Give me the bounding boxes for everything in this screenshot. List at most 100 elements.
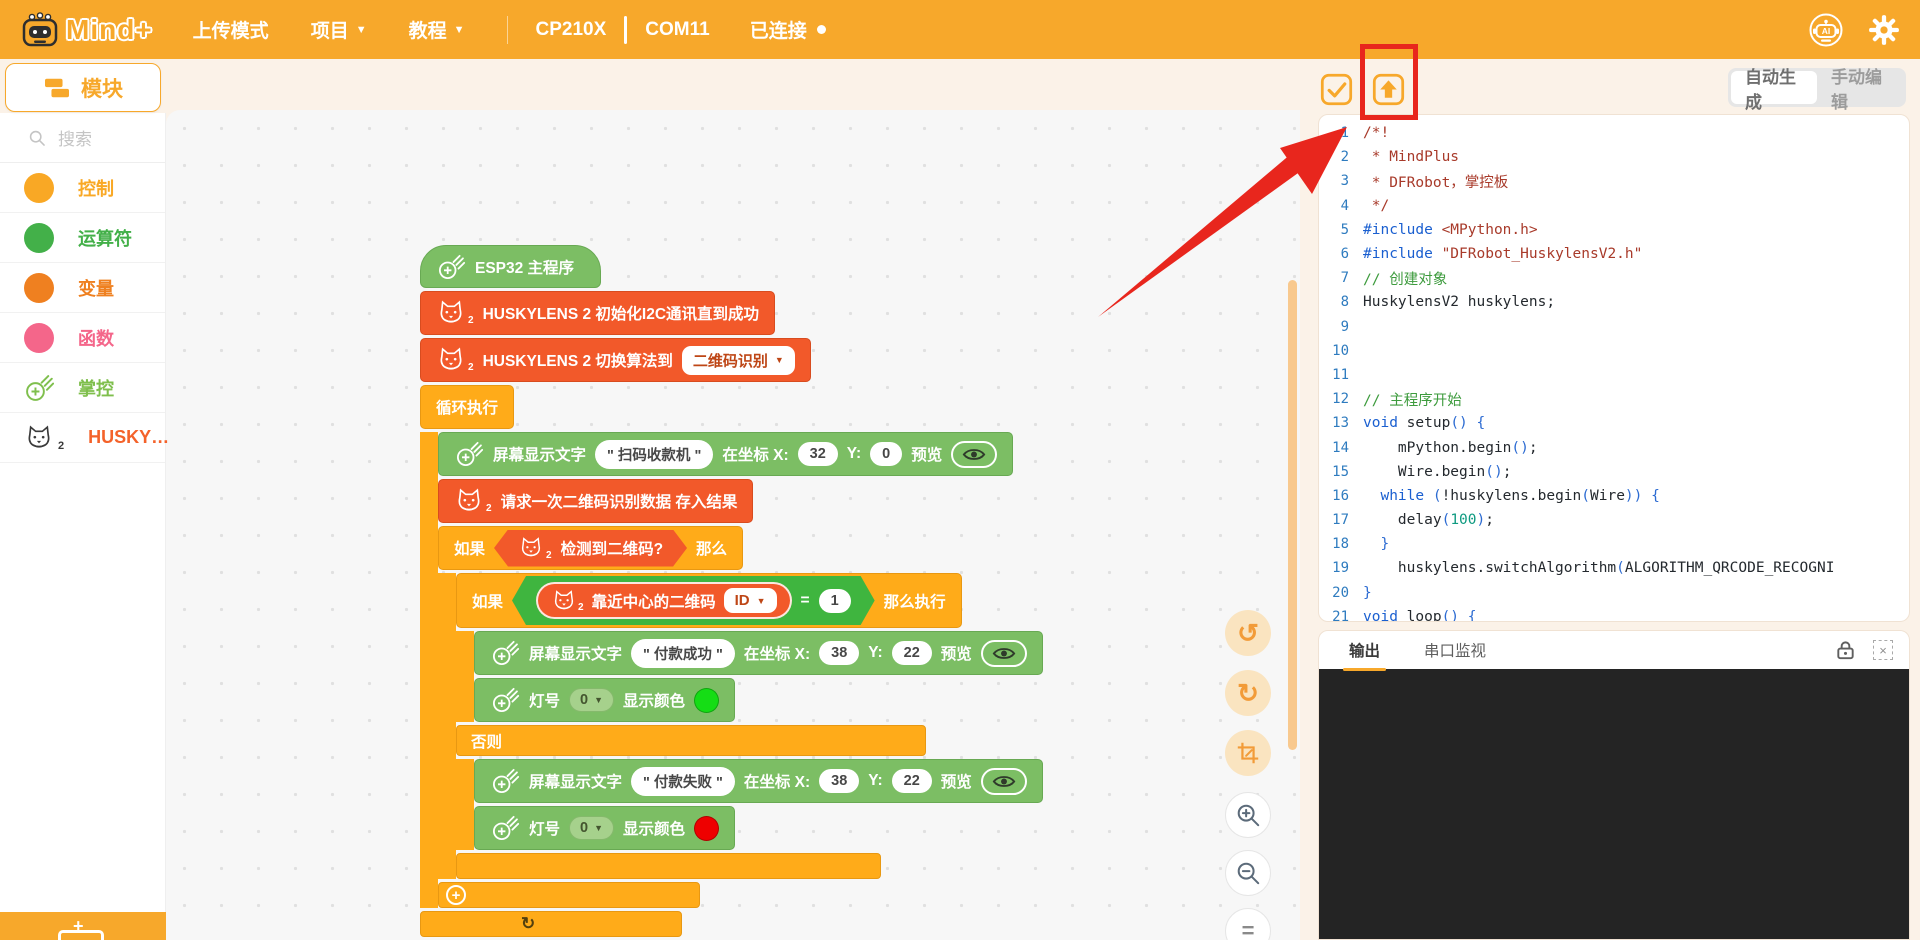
equals-operator[interactable]: 2 靠近中心的二维码 ID▼ = 1 (512, 576, 875, 625)
code-line: 17 delay(100); (1319, 508, 1909, 532)
output-panel: 输出 串口监视 × (1318, 630, 1910, 940)
then-body: 屏幕显示文字 " 付款成功 " 在坐标 X: 38 Y: 22 预览 (456, 631, 1043, 722)
y-input[interactable]: 22 (892, 641, 932, 665)
add-branch-button[interactable]: + (446, 885, 466, 905)
block-led-red[interactable]: 灯号 0▼ 显示颜色 (474, 806, 735, 850)
device-chip-label[interactable]: CP210X (536, 19, 607, 41)
ai-assistant-icon[interactable]: AI (1808, 12, 1844, 48)
block-led-green[interactable]: 灯号 0▼ 显示颜色 (474, 678, 735, 722)
loop-footer: ↻ (420, 911, 682, 937)
tab-output[interactable]: 输出 (1349, 639, 1380, 661)
menu-tutorial[interactable]: 教程▼ (409, 16, 465, 43)
if-id-header[interactable]: 如果 2 靠近中心的二维码 ID▼ = (456, 573, 962, 628)
sidebar-item-operators[interactable]: 运算符 (0, 213, 165, 263)
board-comet-icon (454, 440, 484, 468)
tab-modules[interactable]: 模块 (5, 63, 161, 112)
manual-edit-tab[interactable]: 手动编辑 (1817, 71, 1903, 104)
redo-icon: ↻ (1237, 680, 1259, 706)
zoom-in-button[interactable] (1225, 792, 1271, 838)
preview-eye-toggle[interactable] (951, 441, 997, 468)
settings-gear-icon[interactable] (1868, 14, 1900, 46)
block-display-text-success[interactable]: 屏幕显示文字 " 付款成功 " 在坐标 X: 38 Y: 22 预览 (474, 631, 1043, 675)
else-body: 屏幕显示文字 " 付款失败 " 在坐标 X: 38 Y: 22 预览 (456, 759, 1043, 850)
auto-generate-tab[interactable]: 自动生成 (1731, 71, 1817, 104)
block-husky-init[interactable]: 2 HUSKYLENS 2 初始化I2C通讯直到成功 (420, 291, 775, 335)
loop-header[interactable]: 循环执行 (420, 385, 514, 429)
zoom-out-button[interactable] (1225, 850, 1271, 896)
block-loop-forever[interactable]: 循环执行 屏幕显示文字 " 扫码收款机 " 在坐标 X: 32 Y: 0 预览 (420, 385, 1043, 940)
x-input[interactable]: 38 (819, 641, 859, 665)
if-header[interactable]: 如果 2 检测到二维码? 那么 (438, 526, 743, 570)
text-input[interactable]: " 扫码收款机 " (595, 440, 713, 469)
sidebar-item-label: 控制 (78, 175, 114, 201)
device-port-label[interactable]: COM11 (645, 19, 709, 41)
color-swatch-green[interactable] (694, 688, 719, 713)
menu-project[interactable]: 项目▼ (311, 16, 367, 43)
verify-check-button[interactable] (1320, 73, 1353, 106)
lock-icon[interactable] (1834, 639, 1857, 662)
sidebar-item-variables[interactable]: 变量 (0, 263, 165, 313)
extension-block-icon (58, 930, 104, 940)
output-terminal[interactable] (1319, 669, 1909, 940)
block-category-sidebar: 搜索 控制运算符变量函数掌控 2HUSKY… (0, 113, 166, 912)
code-line: 19 huskylens.switchAlgorithm(ALGORITHM_Q… (1319, 556, 1909, 580)
x-input[interactable]: 32 (798, 442, 838, 466)
menu-upload-mode[interactable]: 上传模式 (193, 16, 269, 43)
husky-icon (436, 299, 466, 327)
chevron-down-icon: ▼ (594, 695, 603, 705)
condition-qrcode-detected[interactable]: 2 检测到二维码? (494, 530, 687, 567)
reporter-near-center-qrcode[interactable]: 2 靠近中心的二维码 ID▼ (536, 582, 792, 619)
husky-icon (436, 346, 466, 374)
eye-icon (992, 774, 1016, 789)
code-editor-panel[interactable]: 1/*!2 * MindPlus3 * DFRobot，掌控板4 */5#inc… (1318, 114, 1910, 622)
id-property-dropdown[interactable]: ID▼ (724, 588, 777, 613)
code-line: 1/*! (1319, 121, 1909, 145)
undo-icon: ↺ (1237, 620, 1259, 646)
color-swatch-red[interactable] (694, 816, 719, 841)
tab-serial-monitor[interactable]: 串口监视 (1424, 639, 1486, 661)
block-husky-switch-algorithm[interactable]: 2 HUSKYLENS 2 切换算法到 二维码识别▼ (420, 338, 811, 382)
extensions-button[interactable]: + (0, 912, 166, 940)
code-line: 21void loop() { (1319, 605, 1909, 622)
sidebar-item-label: 函数 (78, 325, 114, 351)
search-input[interactable]: 搜索 (0, 113, 165, 163)
clear-output-button[interactable]: × (1873, 640, 1893, 660)
y-input[interactable]: 22 (892, 769, 932, 793)
preview-eye-toggle[interactable] (981, 640, 1027, 667)
y-input[interactable]: 0 (870, 442, 902, 466)
led-number-dropdown[interactable]: 0▼ (569, 816, 614, 840)
sidebar-item-huskylens[interactable]: 2HUSKY… (0, 413, 165, 463)
text-input[interactable]: " 付款失败 " (631, 767, 735, 796)
screenshot-button[interactable] (1225, 730, 1271, 776)
output-header: 输出 串口监视 × (1319, 631, 1909, 669)
code-line: 11 (1319, 363, 1909, 387)
sidebar-item-control[interactable]: 控制 (0, 163, 165, 213)
block-stack: ESP32 主程序 2 HUSKYLENS 2 初始化I2C通讯直到成功 2 H… (420, 245, 1043, 940)
mindplus-logo[interactable]: Mind+ (20, 12, 153, 48)
sidebar-item-board[interactable]: 掌控 (0, 363, 165, 413)
block-if-id-equals[interactable]: 如果 2 靠近中心的二维码 ID▼ = (456, 573, 1043, 879)
blocks-icon (43, 76, 71, 100)
block-if-detected[interactable]: 如果 2 检测到二维码? 那么 如果 (438, 526, 1043, 908)
text-input[interactable]: " 付款成功 " (631, 639, 735, 668)
block-esp32-main[interactable]: ESP32 主程序 (420, 245, 601, 288)
board-comet-icon (490, 686, 520, 714)
block-request-qrcode-data[interactable]: 2 请求一次二维码识别数据 存入结果 (438, 479, 753, 523)
redo-button[interactable]: ↻ (1225, 670, 1271, 716)
id-value-input[interactable]: 1 (819, 589, 851, 613)
zoom-out-icon (1235, 860, 1261, 886)
code-line: 9 (1319, 315, 1909, 339)
sidebar-item-functions[interactable]: 函数 (0, 313, 165, 363)
x-input[interactable]: 38 (819, 769, 859, 793)
chevron-down-icon: ▼ (356, 24, 367, 36)
sidebar-item-label: 掌控 (78, 375, 114, 401)
husky-icon (24, 423, 54, 453)
canvas-scrollbar[interactable] (1288, 280, 1297, 750)
algorithm-dropdown[interactable]: 二维码识别▼ (682, 346, 795, 375)
preview-eye-toggle[interactable] (981, 768, 1027, 795)
undo-button[interactable]: ↺ (1225, 610, 1271, 656)
block-display-text-fail[interactable]: 屏幕显示文字 " 付款失败 " 在坐标 X: 38 Y: 22 预览 (474, 759, 1043, 803)
block-display-text-title[interactable]: 屏幕显示文字 " 扫码收款机 " 在坐标 X: 32 Y: 0 预览 (438, 432, 1013, 476)
led-number-dropdown[interactable]: 0▼ (569, 688, 614, 712)
block-workspace[interactable]: ESP32 主程序 2 HUSKYLENS 2 初始化I2C通讯直到成功 2 H… (166, 110, 1300, 940)
